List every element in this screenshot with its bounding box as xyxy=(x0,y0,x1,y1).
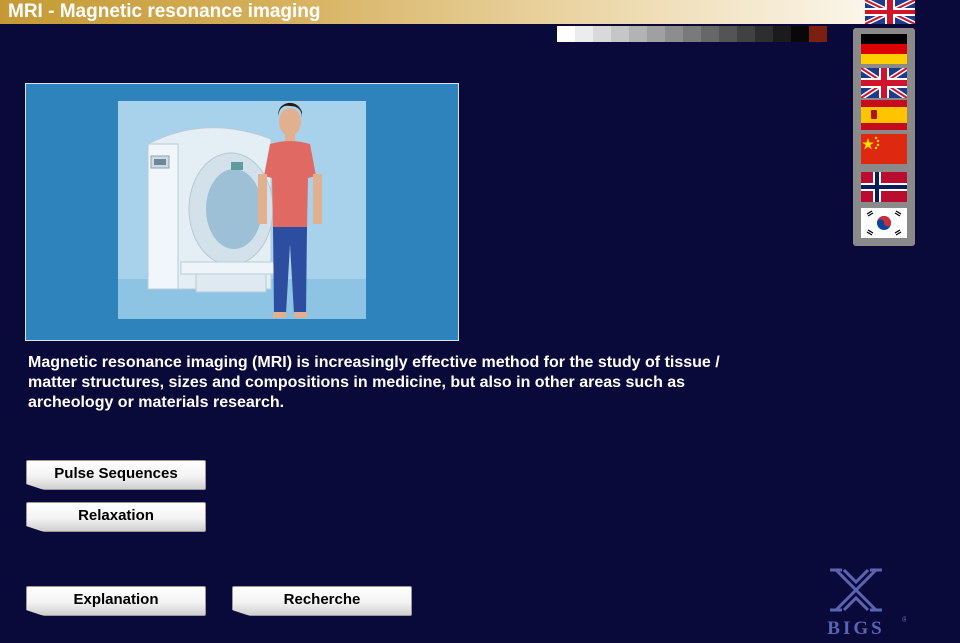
pulse-sequences-button[interactable]: Pulse Sequences xyxy=(26,460,206,490)
korean-flag-icon[interactable] xyxy=(861,208,907,238)
mri-illustration xyxy=(25,83,459,341)
chinese-flag-icon[interactable] xyxy=(861,134,907,164)
norwegian-flag-icon[interactable] xyxy=(861,172,907,202)
uk-flag-icon[interactable] xyxy=(861,68,907,98)
description-text: Magnetic resonance imaging (MRI) is incr… xyxy=(28,354,720,411)
page-title: MRI - Magnetic resonance imaging xyxy=(8,1,321,22)
explanation-button[interactable]: Explanation xyxy=(26,586,206,616)
bigs-logo: BIGS ® xyxy=(806,566,908,639)
recherche-button[interactable]: Recherche xyxy=(232,586,412,616)
language-panel xyxy=(853,28,915,246)
uk-flag-icon[interactable] xyxy=(863,0,917,27)
spanish-flag-icon[interactable] xyxy=(861,100,907,130)
grayscale-strip xyxy=(557,26,827,42)
relaxation-button[interactable]: Relaxation xyxy=(26,502,206,532)
title-bar: MRI - Magnetic resonance imaging xyxy=(0,0,865,24)
svg-text:BIGS: BIGS xyxy=(827,618,884,638)
german-flag-icon[interactable] xyxy=(861,34,907,64)
svg-text:®: ® xyxy=(902,615,906,624)
